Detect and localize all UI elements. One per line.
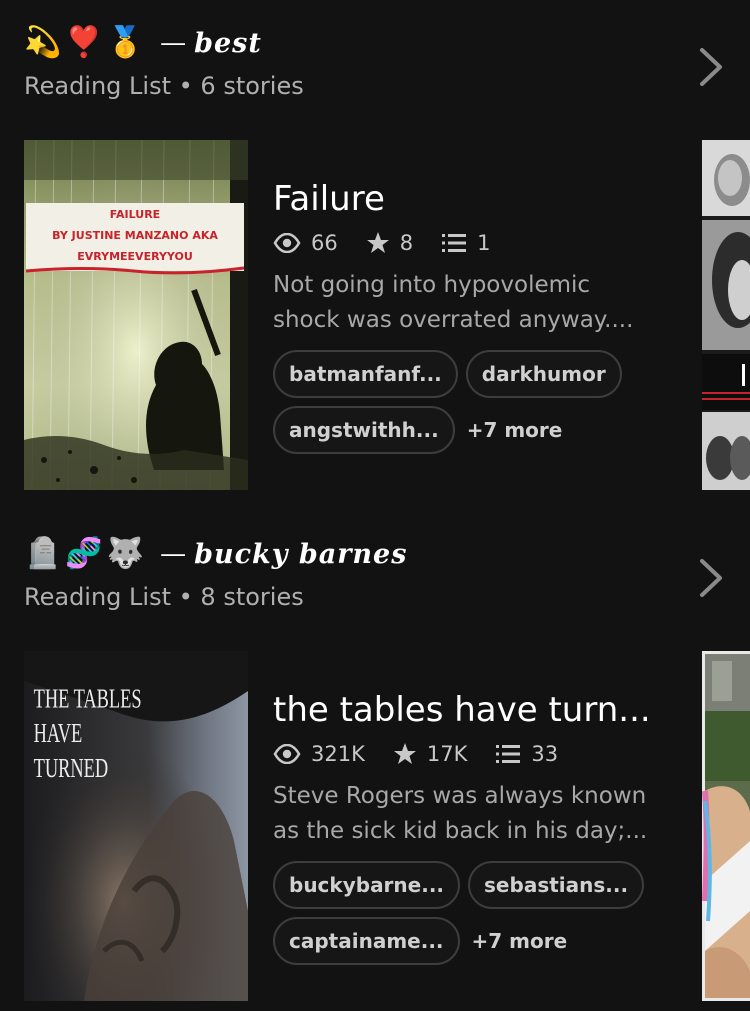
tag-pill[interactable]: sebastians... [468, 861, 645, 909]
votes-stat: 17K [393, 742, 468, 766]
dna-emoji-icon: 🧬 [65, 536, 103, 571]
next-story-cover-peek[interactable] [702, 651, 750, 1001]
story-cover[interactable]: FAILURE BY JUSTINE MANZANO AKA EVRYMEEVE… [24, 140, 248, 490]
parts-count: 33 [531, 742, 559, 766]
votes-count: 8 [399, 231, 414, 255]
story-info: the tables have turn... 321K 17K 33 Stev… [273, 651, 673, 973]
gold-medal-emoji-icon: 🥇 [106, 25, 145, 60]
reading-list-name: best [194, 27, 262, 59]
story-description: Not going into hypovolemic shock was ove… [273, 272, 634, 333]
story-title[interactable]: the tables have turn... [273, 687, 651, 733]
reads-stat: 66 [273, 231, 338, 255]
reads-stat: 321K [273, 742, 365, 766]
story-tags: buckybarne... sebastians... captainame..… [273, 861, 673, 965]
reading-list-header[interactable]: 🪦 🧬 🐺 — bucky barnes Reading List • 8 st… [24, 531, 684, 621]
star-icon [393, 743, 416, 764]
cover-title-text: HAVE [34, 719, 83, 750]
dizzy-emoji-icon: 💫 [24, 25, 62, 60]
reading-list-subtitle: Reading List • 6 stories [24, 72, 304, 100]
cover-title-text: TURNED [34, 753, 109, 784]
reads-count: 66 [311, 231, 338, 255]
heart-exclamation-emoji-icon: ❣️ [65, 25, 103, 60]
reads-count: 321K [311, 742, 365, 766]
story-tags: batmanfanf... darkhumor angstwithh... +7… [273, 350, 673, 454]
reading-list-name: bucky barnes [194, 538, 408, 570]
more-tags-link[interactable]: +7 more [472, 929, 568, 953]
next-story-cover-peek[interactable] [702, 140, 750, 490]
story-info: Failure 66 8 1 Not going into hypovolemi… [273, 140, 673, 462]
chevron-right-icon[interactable] [694, 555, 730, 601]
title-dash: — [160, 539, 187, 569]
parts-stat: 33 [495, 742, 558, 766]
parts-count: 1 [477, 231, 491, 255]
story-card[interactable]: FAILURE BY JUSTINE MANZANO AKA EVRYMEEVE… [24, 140, 700, 490]
list-icon [496, 745, 521, 763]
wolf-emoji-icon: 🐺 [106, 536, 145, 571]
votes-count: 17K [426, 742, 468, 766]
list-icon [442, 234, 467, 252]
story-cover[interactable]: THE TABLES HAVE TURNED [24, 651, 248, 1001]
cover-title-text: FAILURE [110, 208, 160, 221]
tag-pill[interactable]: angstwithh... [273, 406, 455, 454]
story-stats: 66 8 1 [273, 228, 673, 258]
parts-stat: 1 [441, 231, 490, 255]
eye-icon [273, 744, 301, 764]
votes-stat: 8 [366, 231, 413, 255]
reading-list-subtitle: Reading List • 8 stories [24, 583, 304, 611]
reading-list-header[interactable]: 💫 ❣️ 🥇 — best Reading List • 6 stories [24, 20, 684, 110]
tag-pill[interactable]: darkhumor [465, 350, 622, 398]
title-dash: — [160, 28, 187, 58]
chevron-right-icon[interactable] [694, 44, 730, 90]
eye-icon [273, 233, 301, 253]
story-card[interactable]: THE TABLES HAVE TURNED the tables have t… [24, 651, 700, 1001]
story-title[interactable]: Failure [273, 176, 651, 222]
star-icon [366, 232, 389, 253]
more-tags-link[interactable]: +7 more [467, 418, 563, 442]
cover-alias-text: EVRYMEEVERYYOU [77, 250, 193, 263]
cover-title-text: THE TABLES [34, 684, 142, 715]
reading-list-title: 🪦 🧬 🐺 — bucky barnes [24, 531, 407, 577]
tag-pill[interactable]: buckybarne... [273, 861, 461, 909]
story-stats: 321K 17K 33 [273, 739, 673, 769]
tag-pill[interactable]: batmanfanf... [273, 350, 458, 398]
story-description: Steve Rogers was always known as the sic… [273, 783, 648, 844]
headstone-emoji-icon: 🪦 [24, 536, 62, 571]
cover-author-text: BY JUSTINE MANZANO AKA [52, 229, 218, 242]
tag-pill[interactable]: captainame... [273, 917, 460, 965]
reading-list-title: 💫 ❣️ 🥇 — best [24, 20, 262, 66]
